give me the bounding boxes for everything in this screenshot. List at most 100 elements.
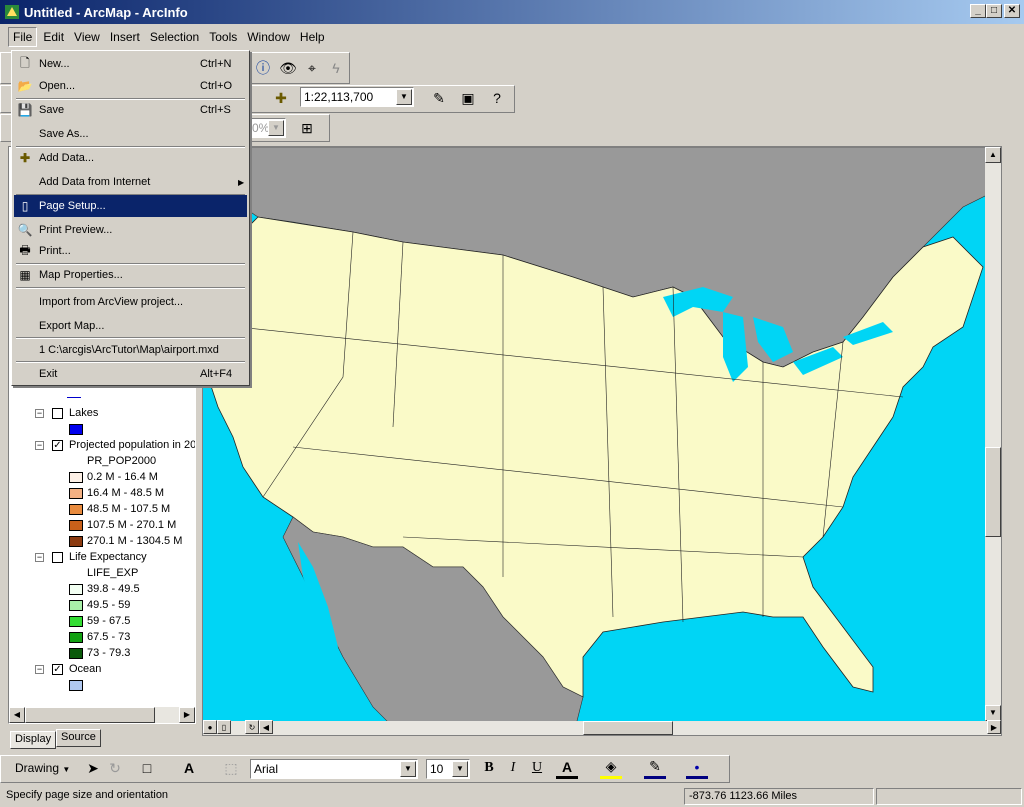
minimize-button[interactable]: _	[970, 4, 986, 18]
map-canvas	[203, 147, 1001, 735]
marker-color-icon[interactable]: •	[686, 757, 708, 779]
edit-vertices-icon[interactable]: ⬚	[220, 757, 242, 779]
line-color-icon[interactable]: ✎	[644, 757, 666, 779]
chevron-down-icon[interactable]: ▼	[452, 761, 468, 777]
tab-source[interactable]: Source	[56, 729, 101, 747]
menu-insert[interactable]: Insert	[106, 28, 144, 46]
underline-button[interactable]: U	[526, 757, 548, 779]
toc-layer-life-expectancy[interactable]: − Life Expectancy	[35, 549, 147, 565]
legend-field-name: PR_POP2000	[87, 455, 157, 467]
scroll-right-icon[interactable]: ▶	[179, 707, 195, 723]
legend-class: 48.5 M - 107.5 M	[69, 501, 170, 517]
menu-item-add-data[interactable]: ✚ Add Data...	[14, 147, 247, 169]
text-tool-icon[interactable]: A	[178, 757, 200, 779]
whats-this-help-icon[interactable]: ?	[486, 87, 508, 109]
legend-class: 107.5 M - 270.1 M	[69, 517, 176, 533]
submenu-arrow-icon: ▶	[238, 177, 245, 187]
print-preview-icon: 🔍	[17, 223, 33, 237]
menu-item-print-preview[interactable]: 🔍 Print Preview...	[14, 219, 247, 241]
menu-item-import-arcview[interactable]: Import from ArcView project...	[14, 291, 247, 313]
menu-selection[interactable]: Selection	[146, 28, 203, 46]
layer-name: Ocean	[69, 663, 102, 675]
drawing-menu-button[interactable]: Drawing ▼	[15, 761, 70, 775]
find-binoculars-icon[interactable]: 👁	[277, 57, 299, 79]
go-to-xy-icon[interactable]: ⌖	[301, 57, 323, 79]
chevron-down-icon[interactable]: ▼	[268, 120, 284, 136]
layout-toggle-icon[interactable]: ⊞	[296, 117, 318, 139]
layer-visibility-checkbox[interactable]	[52, 551, 63, 563]
layer-visibility-checkbox[interactable]: ✓	[52, 663, 63, 675]
rectangle-draw-icon[interactable]: □	[136, 757, 158, 779]
menu-item-print[interactable]: 🖶 Print...	[14, 240, 247, 262]
collapse-icon[interactable]: −	[35, 552, 44, 562]
italic-button[interactable]: I	[502, 757, 524, 779]
chevron-down-icon[interactable]: ▼	[400, 761, 416, 777]
layer-name: Projected population in 20	[69, 439, 196, 451]
scroll-left-icon[interactable]: ◀	[259, 720, 273, 734]
layer-visibility-checkbox[interactable]	[52, 407, 63, 419]
scroll-thumb[interactable]	[985, 447, 1001, 537]
menu-tools[interactable]: Tools	[205, 28, 241, 46]
printer-icon: 🖶	[19, 242, 31, 257]
data-view-icon[interactable]: ●	[203, 720, 217, 734]
menu-item-new[interactable]: 🗋 New... Ctrl+N	[14, 53, 247, 75]
select-pointer-icon[interactable]: ➤	[82, 757, 104, 779]
scroll-right-icon[interactable]: ▶	[987, 720, 1001, 734]
font-size-combo[interactable]: 10 ▼	[426, 759, 470, 779]
scroll-up-icon[interactable]: ▲	[985, 147, 1001, 163]
menu-item-export-map[interactable]: Export Map...	[14, 315, 247, 337]
legend-class: 59 - 67.5	[69, 613, 130, 629]
map-vertical-scrollbar[interactable]: ▲ ▼	[985, 147, 1001, 721]
refresh-icon[interactable]: ↻	[245, 720, 259, 734]
hyperlink-lightning-icon[interactable]: ϟ	[325, 57, 347, 79]
editor-pencil-icon[interactable]: ✎	[428, 87, 450, 109]
scroll-left-icon[interactable]: ◀	[9, 707, 25, 723]
menu-item-exit[interactable]: Exit Alt+F4	[14, 363, 247, 385]
chevron-down-icon[interactable]: ▼	[396, 89, 412, 105]
menu-item-page-setup[interactable]: ▯ Page Setup...	[14, 195, 247, 217]
maximize-button[interactable]: □	[986, 4, 1002, 18]
file-menu-dropdown: 🗋 New... Ctrl+N 📂 Open... Ctrl+O 💾 Save Ctrl+S…	[11, 50, 250, 386]
map-view[interactable]: ▲ ▼ ● ▯ ↻ ◀ ▶	[202, 146, 1002, 736]
menu-item-save-as[interactable]: Save As...	[14, 123, 247, 145]
collapse-icon[interactable]: −	[35, 440, 44, 450]
menu-window[interactable]: Window	[243, 28, 294, 46]
menu-item-save[interactable]: 💾 Save Ctrl+S	[14, 99, 247, 121]
font-color-icon[interactable]: A	[556, 757, 578, 779]
toc-horizontal-scrollbar[interactable]: ◀ ▶	[9, 707, 195, 723]
legend-class: 67.5 - 73	[69, 629, 130, 645]
layout-view-icon[interactable]: ▯	[217, 720, 231, 734]
toc-layer-lakes[interactable]: − Lakes	[35, 405, 98, 421]
font-name-combo[interactable]: Arial ▼	[250, 759, 418, 779]
menu-edit[interactable]: Edit	[39, 28, 68, 46]
collapse-icon[interactable]: −	[35, 408, 44, 418]
map-scale-value: 1:22,113,700	[304, 90, 374, 104]
zoom-percent-value: 0%	[252, 121, 270, 135]
menu-item-recent-file[interactable]: 1 C:\arcgis\ArcTutor\Map\airport.mxd	[14, 339, 247, 361]
scroll-thumb[interactable]	[583, 721, 673, 735]
fill-color-icon[interactable]: ◈	[600, 757, 622, 779]
menu-item-map-properties[interactable]: ▦ Map Properties...	[14, 264, 247, 286]
menu-file[interactable]: File	[8, 27, 38, 47]
identify-icon[interactable]: ⓘ	[252, 57, 274, 79]
menu-help[interactable]: Help	[296, 28, 329, 46]
scroll-down-icon[interactable]: ▼	[985, 705, 1001, 721]
menu-view[interactable]: View	[70, 28, 104, 46]
bold-button[interactable]: B	[478, 757, 500, 779]
map-horizontal-scrollbar[interactable]: ● ▯ ↻ ◀ ▶	[203, 720, 1001, 735]
menu-item-open[interactable]: 📂 Open... Ctrl+O	[14, 75, 247, 97]
collapse-icon[interactable]: −	[35, 664, 44, 674]
close-button[interactable]: ✕	[1004, 4, 1020, 18]
toc-layer-ocean[interactable]: − ✓ Ocean	[35, 661, 101, 677]
map-properties-icon: ▦	[19, 268, 31, 282]
map-scale-combo[interactable]: 1:22,113,700 ▼	[300, 87, 414, 107]
arctoolbox-icon[interactable]: ▣	[457, 87, 479, 109]
layer-visibility-checkbox[interactable]: ✓	[52, 439, 63, 451]
tab-display[interactable]: Display	[10, 731, 57, 749]
add-data-toolbar-icon[interactable]: ✚	[270, 87, 292, 109]
zoom-percent-combo[interactable]: 0% ▼	[248, 118, 286, 138]
toc-layer-population[interactable]: − ✓ Projected population in 20	[35, 437, 196, 453]
menu-item-add-data-internet[interactable]: Add Data from Internet ▶	[14, 171, 247, 193]
scroll-thumb[interactable]	[25, 707, 155, 723]
rotate-icon[interactable]: ↻	[104, 757, 126, 779]
